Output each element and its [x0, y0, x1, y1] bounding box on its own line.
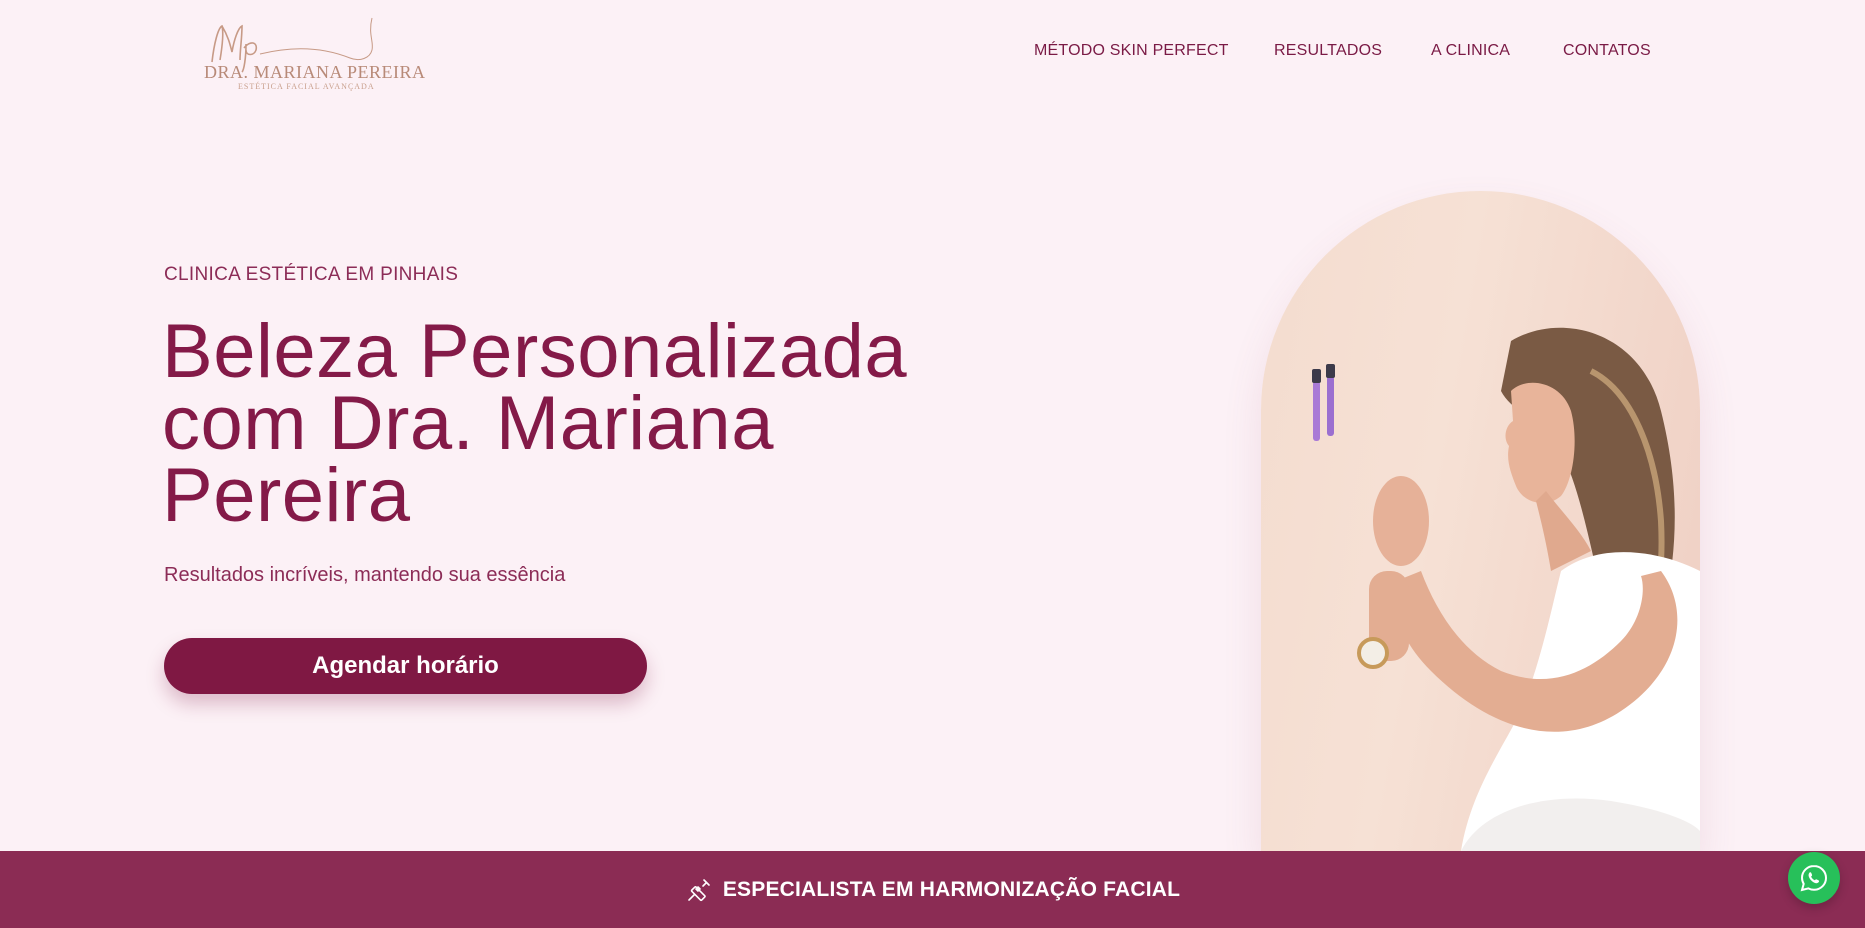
hero-eyebrow: CLINICA ESTÉTICA EM PINHAIS — [164, 264, 459, 285]
nav-link-clinica[interactable]: A CLINICA — [1431, 42, 1510, 60]
banner-text: ESPECIALISTA EM HARMONIZAÇÃO FACIAL — [722, 877, 1181, 901]
nav-link-metodo[interactable]: MÉTODO SKIN PERFECT — [1034, 42, 1229, 60]
hero-title-line: com Dra. Mariana — [162, 381, 774, 466]
nav-link-resultados[interactable]: RESULTADOS — [1274, 42, 1382, 60]
hero-title-line: Pereira — [162, 453, 411, 538]
logo-name: DRA. MARIANA PEREIRA — [204, 62, 426, 82]
logo-tagline: ESTÉTICA FACIAL AVANÇADA — [238, 82, 375, 91]
hero-subtitle: Resultados incríveis, mantendo sua essên… — [164, 564, 566, 586]
whatsapp-button[interactable] — [1788, 852, 1840, 904]
whatsapp-icon — [1800, 864, 1828, 892]
schedule-button[interactable]: Agendar horário — [164, 638, 647, 694]
doctor-photo — [1261, 191, 1700, 851]
specialist-banner: ESPECIALISTA EM HARMONIZAÇÃO FACIAL — [0, 851, 1865, 928]
hero-title-line: Beleza Personalizada — [162, 309, 908, 394]
syringe-icon — [685, 876, 713, 904]
logo[interactable]: DRA. MARIANA PEREIRA ESTÉTICA FACIAL AVA… — [200, 14, 425, 96]
hero-title: Beleza Personalizada com Dra. Mariana Pe… — [162, 309, 1022, 538]
nav-link-contatos[interactable]: CONTATOS — [1563, 42, 1651, 60]
